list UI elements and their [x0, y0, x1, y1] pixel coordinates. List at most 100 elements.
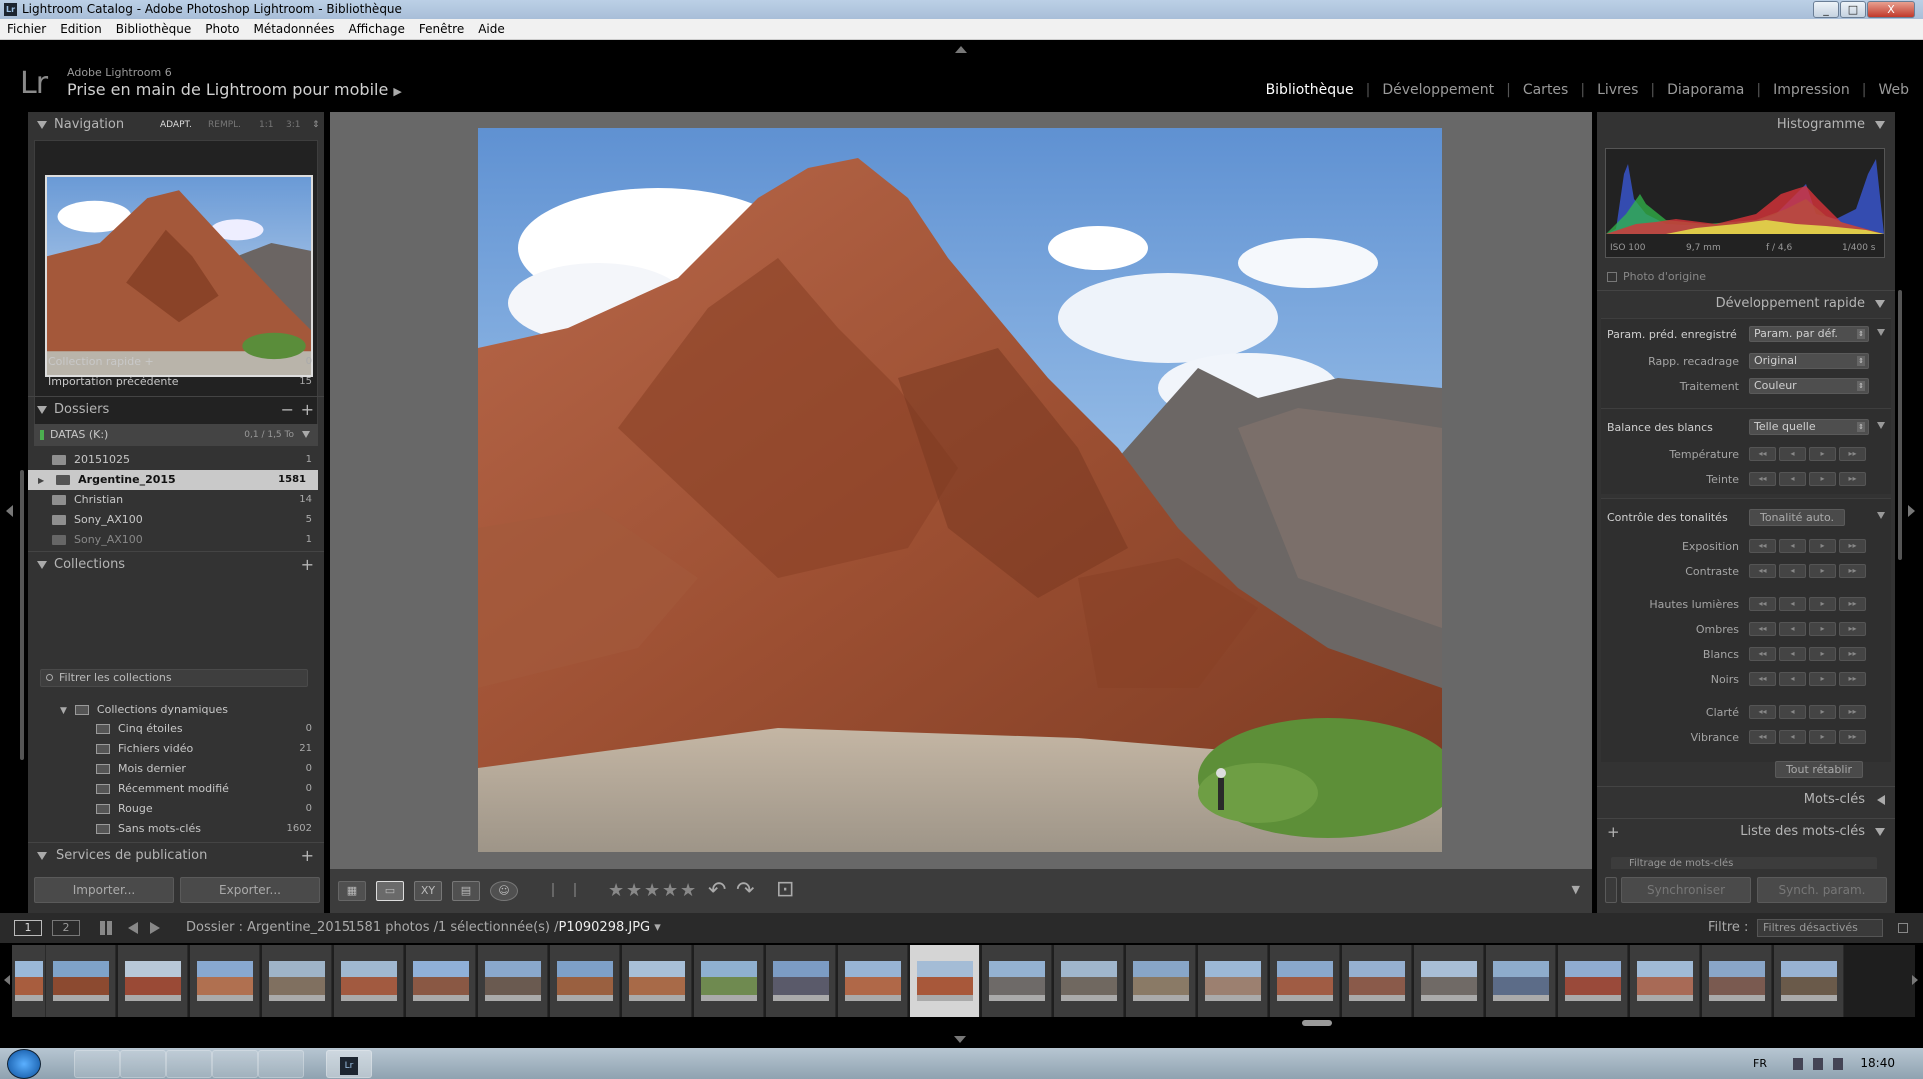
menu-fichier[interactable]: Fichier [0, 19, 53, 40]
filmstrip-thumbnail[interactable] [1702, 945, 1772, 1017]
filmstrip-thumbnail[interactable] [12, 945, 46, 1017]
smart-collections-group[interactable]: ▼ Collections dynamiques [34, 700, 318, 720]
keyword-filter-input[interactable]: Filtrage de mots-clés [1611, 857, 1877, 869]
whites-steppers[interactable]: ◂◂ ◂ ▸ ▸▸ [1749, 647, 1869, 661]
step-up[interactable]: ▸ [1809, 564, 1836, 578]
identity-title[interactable]: Prise en main de Lightroom pour mobile ▶ [67, 80, 402, 99]
language-indicator[interactable]: FR [1753, 1048, 1767, 1079]
module-impression[interactable]: Impression [1761, 82, 1862, 98]
taskbar-ie-icon[interactable] [212, 1050, 258, 1078]
back-arrow-icon[interactable] [128, 922, 138, 934]
contrast-steppers[interactable]: ◂◂ ◂ ▸ ▸▸ [1749, 564, 1869, 578]
folder-sony-ax100-missing[interactable]: Sony_AX100 1 [34, 530, 318, 550]
section-collapse-icon[interactable] [1877, 422, 1885, 429]
step-up[interactable]: ▸ [1809, 622, 1836, 636]
tint-steppers[interactable]: ◂◂ ◂ ▸ ▸▸ [1749, 472, 1869, 486]
filter-lock-icon[interactable] [1898, 923, 1908, 933]
rotate-right-button[interactable]: ↷ [736, 878, 754, 903]
clarity-steppers[interactable]: ◂◂ ◂ ▸ ▸▸ [1749, 705, 1869, 719]
rating-star-4[interactable]: ★ [662, 880, 678, 901]
maximize-button[interactable]: □ [1840, 1, 1866, 18]
filmstrip-thumbnail[interactable] [1054, 945, 1124, 1017]
bottom-panel-toggle-icon[interactable] [954, 1036, 966, 1043]
volume-datas[interactable]: DATAS (K:) 0,1 / 1,5 To [34, 424, 318, 446]
sync-toggle-switch[interactable] [1605, 877, 1617, 903]
main-photo[interactable] [478, 128, 1442, 852]
zoom-fit[interactable]: ADAPT. [160, 112, 192, 138]
taskbar-explorer-icon[interactable] [120, 1050, 166, 1078]
module-developpement[interactable]: Développement [1370, 82, 1506, 98]
step-big-down[interactable]: ◂◂ [1749, 564, 1776, 578]
treatment-dropdown[interactable]: Couleur ⇕ [1749, 378, 1869, 394]
module-web[interactable]: Web [1866, 82, 1909, 98]
filmstrip-thumbnail[interactable] [910, 945, 980, 1017]
exposure-steppers[interactable]: ◂◂ ◂ ▸ ▸▸ [1749, 539, 1869, 553]
step-big-up[interactable]: ▸▸ [1839, 539, 1866, 553]
step-big-up[interactable]: ▸▸ [1839, 705, 1866, 719]
filmstrip-thumbnail[interactable] [1414, 945, 1484, 1017]
module-diaporama[interactable]: Diaporama [1655, 82, 1756, 98]
collection-mois-dernier[interactable]: Mois dernier 0 [34, 759, 318, 779]
folder-sony-ax100[interactable]: Sony_AX100 5 [34, 510, 318, 530]
crop-overlay-button[interactable]: ⊡ [776, 877, 794, 902]
step-down[interactable]: ◂ [1779, 622, 1806, 636]
step-down[interactable]: ◂ [1779, 730, 1806, 744]
step-big-up[interactable]: ▸▸ [1839, 597, 1866, 611]
filmstrip-thumbnail[interactable] [1198, 945, 1268, 1017]
right-panel-toggle-icon[interactable] [1908, 505, 1915, 517]
secondary-window-button[interactable]: 2 [52, 920, 80, 936]
loupe-view-button[interactable]: ▭ [376, 881, 404, 901]
export-button[interactable]: Exporter... [180, 877, 320, 903]
taskbar-lightroom[interactable]: Lr [326, 1050, 372, 1078]
filmstrip-thumbnail[interactable] [838, 945, 908, 1017]
step-big-down[interactable]: ◂◂ [1749, 647, 1776, 661]
filmstrip-thumbnail[interactable] [550, 945, 620, 1017]
collection-rouge[interactable]: Rouge 0 [34, 799, 318, 819]
grid-view-button[interactable]: ▦ [338, 881, 366, 901]
add-keyword-button[interactable]: + [1607, 819, 1620, 845]
forward-arrow-icon[interactable] [150, 922, 160, 934]
filmstrip-thumbnail[interactable] [118, 945, 188, 1017]
auto-tone-button[interactable]: Tonalité auto. [1749, 509, 1845, 526]
filmstrip-thumbnail[interactable] [1342, 945, 1412, 1017]
filmstrip-thumbnail[interactable] [1270, 945, 1340, 1017]
module-cartes[interactable]: Cartes [1511, 82, 1581, 98]
menu-affichage[interactable]: Affichage [341, 19, 411, 40]
publish-services-header[interactable]: Services de publication + [28, 842, 324, 868]
filmstrip-thumbnail[interactable] [190, 945, 260, 1017]
rating-star-2[interactable]: ★ [626, 880, 642, 901]
filmstrip-scroll-left-icon[interactable] [4, 975, 10, 985]
zoom-1-1[interactable]: 1:1 [259, 112, 273, 138]
zoom-3-1[interactable]: 3:1 [286, 112, 300, 138]
volume-menu-icon[interactable] [302, 431, 310, 438]
step-up[interactable]: ▸ [1809, 472, 1836, 486]
menu-aide[interactable]: Aide [471, 19, 512, 40]
grid-icon[interactable] [100, 921, 114, 935]
tray-icons[interactable] [1793, 1058, 1853, 1070]
histogram-header[interactable]: Histogramme [1597, 112, 1895, 138]
filmstrip-thumbnail[interactable] [1774, 945, 1844, 1017]
sync-button[interactable]: Synchroniser [1621, 877, 1751, 903]
menu-bibliotheque[interactable]: Bibliothèque [109, 19, 199, 40]
step-up[interactable]: ▸ [1809, 647, 1836, 661]
navigation-header[interactable]: Navigation ADAPT. REMPL. 1:1 3:1 ⇕ [28, 112, 324, 138]
keyword-list-header[interactable]: + Liste des mots-clés [1597, 818, 1895, 844]
rating-star-3[interactable]: ★ [644, 880, 660, 901]
step-down[interactable]: ◂ [1779, 539, 1806, 553]
filmstrip-thumbnail[interactable] [1126, 945, 1196, 1017]
filmstrip-thumbnail[interactable] [46, 945, 116, 1017]
collection-recemment-modifie[interactable]: Récemment modifié 0 [34, 779, 318, 799]
zoom-arrows-icon[interactable]: ⇕ [312, 112, 320, 138]
step-down[interactable]: ◂ [1779, 564, 1806, 578]
step-up[interactable]: ▸ [1809, 597, 1836, 611]
step-big-down[interactable]: ◂◂ [1749, 672, 1776, 686]
filmstrip-thumbnail[interactable] [406, 945, 476, 1017]
filmstrip-thumbnail[interactable] [1630, 945, 1700, 1017]
step-up[interactable]: ▸ [1809, 447, 1836, 461]
menu-metadonnees[interactable]: Métadonnées [246, 19, 341, 40]
reset-all-button[interactable]: Tout rétablir [1775, 761, 1863, 778]
blacks-steppers[interactable]: ◂◂ ◂ ▸ ▸▸ [1749, 672, 1869, 686]
step-down[interactable]: ◂ [1779, 647, 1806, 661]
reject-flag-icon[interactable] [574, 883, 584, 897]
section-collapse-icon[interactable] [1877, 329, 1885, 336]
